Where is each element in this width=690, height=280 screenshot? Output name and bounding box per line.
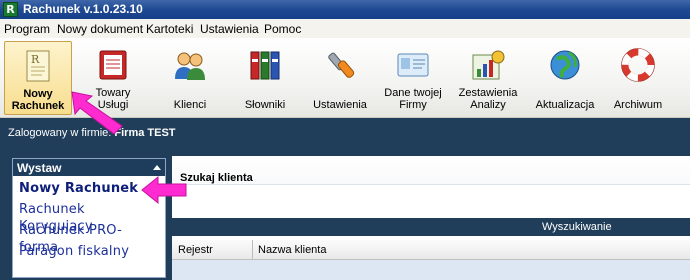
client-search-panel: Szukaj klienta Wyszukiwanie Rejestr Nazw… — [172, 156, 690, 280]
toolbar-label: Słowniki — [244, 99, 286, 111]
toolbar-label: Zestawienia — [458, 87, 518, 99]
menu-nowy-dokument[interactable]: Nowy dokument — [57, 22, 143, 36]
svg-text:R: R — [31, 53, 40, 66]
pointer-arrow-icon — [71, 91, 123, 135]
table-row[interactable] — [172, 260, 690, 280]
toolbar-label: Ustawienia — [313, 99, 367, 111]
column-nazwa-klienta[interactable]: Nazwa klienta — [258, 244, 326, 256]
search-section-label: Wyszukiwanie — [542, 221, 612, 233]
menu-kartoteki[interactable]: Kartoteki — [146, 22, 193, 36]
app-icon: R — [3, 2, 18, 17]
toolbar-label: Rachunek — [11, 100, 65, 112]
search-section-bar: Wyszukiwanie — [172, 218, 690, 236]
menu-program[interactable]: Program — [4, 22, 50, 36]
toolbar-label: Nowy — [23, 88, 53, 100]
wystaw-item-rachunek-pro-forma[interactable]: Rachunek PRO-forma — [13, 220, 165, 255]
wystaw-item-paragon-fiskalny[interactable]: Paragon fiskalny — [13, 241, 165, 262]
new-invoice-icon: R — [26, 50, 50, 82]
search-input[interactable] — [172, 184, 690, 204]
pointer-arrow-icon — [141, 175, 187, 205]
menu-pomoc[interactable]: Pomoc — [264, 22, 301, 36]
table-header: Rejestr Nazwa klienta — [172, 240, 690, 260]
toolbar-label: Aktualizacja — [535, 99, 595, 111]
products-icon — [99, 50, 127, 80]
toolbar-company-data-button[interactable]: Dane twojej Firmy — [378, 41, 448, 115]
main-area: Wystaw Nowy Rachunek Rachunek Korygujący… — [0, 148, 690, 280]
column-separator — [252, 240, 253, 260]
company-data-icon — [397, 53, 429, 77]
toolbar-label: Firmy — [399, 99, 427, 111]
collapse-arrow-icon[interactable] — [153, 165, 161, 170]
title-bar: R Rachunek v.1.0.23.10 — [0, 0, 690, 19]
toolbar-label: Dane twojej — [384, 87, 442, 99]
toolbar-settings-button[interactable]: Ustawienia — [305, 41, 375, 115]
toolbar-clients-button[interactable]: Klienci — [155, 41, 225, 115]
window-title: Rachunek v.1.0.23.10 — [23, 2, 143, 16]
clients-icon — [175, 52, 205, 80]
toolbar-archive-button[interactable]: Archiwum — [606, 41, 670, 115]
reports-icon — [472, 50, 505, 80]
settings-icon — [328, 52, 355, 78]
toolbar-new-invoice-button[interactable]: R Nowy Rachunek — [4, 41, 72, 115]
toolbar-label: Analizy — [470, 99, 506, 111]
column-rejestr[interactable]: Rejestr — [178, 244, 213, 256]
search-header: Szukaj klienta — [172, 156, 690, 204]
toolbar-dictionaries-button[interactable]: Słowniki — [230, 41, 300, 115]
toolbar-update-button[interactable]: Aktualizacja — [528, 41, 602, 115]
menu-bar: Program Nowy dokument Kartoteki Ustawien… — [0, 19, 690, 38]
search-title: Szukaj klienta — [180, 172, 253, 184]
menu-ustawienia[interactable]: Ustawienia — [200, 22, 259, 36]
toolbar-label: Archiwum — [613, 99, 663, 111]
toolbar-reports-button[interactable]: Zestawienia Analizy — [452, 41, 524, 115]
archive-icon — [621, 48, 655, 82]
wystaw-title: Wystaw — [17, 161, 62, 175]
toolbar-label: Klienci — [173, 99, 207, 111]
update-icon — [550, 50, 580, 80]
dictionaries-icon — [250, 51, 280, 80]
